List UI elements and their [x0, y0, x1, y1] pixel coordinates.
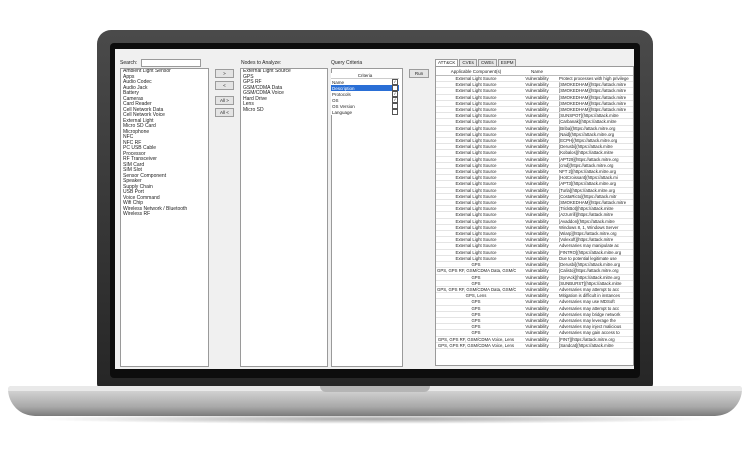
- table-row[interactable]: External Light Source Vulnerability [SMOKE…: [436, 100, 633, 108]
- table-row[interactable]: External Light Source Vulnerability [Naid]…: [436, 131, 633, 139]
- row-name: Vulnerability: [516, 342, 558, 349]
- col-header-name[interactable]: Name: [516, 67, 558, 76]
- remove-button[interactable]: <: [215, 81, 234, 90]
- table-row[interactable]: External Light Source Vulnerability Protec…: [436, 75, 633, 83]
- row-components: GPS, GPS RF, GSM/CDMA Data, GSM/CDMA Voi…: [436, 286, 516, 294]
- table-row[interactable]: External Light Source Vulnerability [Wiarp…: [436, 230, 633, 238]
- table-row[interactable]: External Light Source Vulnerability [Briba…: [436, 125, 633, 132]
- criteria-table: Criteria Name ✓ Description ✓ Protocols ✓ OS ✓ O…: [331, 73, 399, 115]
- row-components: GPS, GPS RF, GSM/CDMA Voice, Lens: [436, 342, 516, 349]
- criteria-checkbox[interactable]: [392, 109, 398, 115]
- tab-espm[interactable]: ESPM: [497, 59, 517, 66]
- app-window: Search: Ambient Light Sensor Apps Audio Co…: [115, 49, 634, 369]
- row-details: [SUNBURST](https://attack.mitre: [558, 280, 633, 287]
- nodes-list[interactable]: External Light Source GPS GPS RF GSM/CDMA D…: [240, 68, 328, 367]
- nodes-label: Nodes to Analyze:: [241, 60, 282, 66]
- col-header-details[interactable]: [558, 67, 633, 76]
- table-row[interactable]: External Light Source Vulnerability [SMOKE…: [436, 87, 633, 95]
- col-header-components[interactable]: Applicable Component(s): [436, 67, 516, 76]
- table-row[interactable]: External Light Source Vulnerability [Azzur…: [436, 211, 633, 219]
- table-row[interactable]: External Light Source Vulnerability Due to…: [436, 255, 633, 263]
- table-row[interactable]: External Light Source Vulnerability [SMOKE…: [436, 81, 633, 89]
- row-details: [SMOKEDHAM](https://attack.mitre: [558, 81, 633, 89]
- table-row[interactable]: External Light Source Vulnerability [Trick…: [436, 205, 633, 213]
- tab-attack[interactable]: ATT&CK: [435, 59, 459, 66]
- table-row[interactable]: GPS, GPS RF, GSM/CDMA Voice, Lens Vulnera…: [436, 342, 633, 349]
- table-row[interactable]: GPS, GPS RF, GSM/CDMA Data, GSM/CDMA Voi…: [436, 286, 633, 294]
- table-row[interactable]: External Light Source Vulnerability [Volex…: [436, 236, 633, 244]
- row-details: [Sandcat](https://attack.mitre: [558, 342, 633, 349]
- table-row[interactable]: External Light Source Vulnerability Window…: [436, 224, 633, 232]
- row-components: GPS, GPS RF, GSM/CDMA Data, GSM/CDMA Voi…: [436, 267, 516, 275]
- results-tabs: ATT&CK CVEs CWEs ESPM: [435, 59, 517, 66]
- row-components: GPS, GPS RF, GSM/CDMA Voice, Lens: [436, 336, 516, 343]
- table-row[interactable]: External Light Source Vulnerability [ECPH]…: [436, 137, 633, 145]
- criteria-row[interactable]: Language: [331, 109, 399, 115]
- table-row[interactable]: External Light Source Vulnerability [SMOKE…: [436, 106, 633, 114]
- criteria-name: Language: [332, 109, 353, 115]
- table-row[interactable]: External Light Source Vulnerability [HotCr…: [436, 174, 633, 182]
- search-input[interactable]: [141, 59, 201, 67]
- table-row[interactable]: External Light Source Vulnerability Advers…: [436, 242, 633, 250]
- row-details: [SMOKEDHAM](https://attack.mitre: [558, 199, 633, 207]
- table-row[interactable]: External Light Source Vulnerability [Avadd…: [436, 218, 633, 225]
- add-button[interactable]: >: [215, 69, 234, 78]
- row-details: [SMOKEDHAM](https://attack.mitre: [558, 87, 633, 95]
- table-row[interactable]: GPS, GPS RF, GSM/CDMA Voice, Lens Vulnera…: [436, 336, 633, 343]
- table-row[interactable]: External Light Source Vulnerability NFT 2]…: [436, 168, 633, 176]
- query-criteria-label: Query Criteria: [331, 60, 363, 66]
- row-details: [SMOKEDHAM](https://attack.mitre: [558, 100, 633, 108]
- laptop-notch: [320, 386, 430, 392]
- run-button[interactable]: Run: [409, 69, 429, 78]
- table-row[interactable]: External Light Source Vulnerability [APT29…: [436, 156, 633, 163]
- remove-all-button[interactable]: All <: [215, 108, 234, 117]
- table-row[interactable]: External Light Source Vulnerability [Turla…: [436, 187, 633, 194]
- add-all-button[interactable]: All >: [215, 96, 234, 105]
- table-row[interactable]: GPS, GPS RF, GSM/CDMA Data, GSM/CDMA Voi…: [436, 267, 633, 275]
- row-details: Protect processes with high privilege: [558, 75, 633, 83]
- category-list[interactable]: Ambient Light Sensor Apps Audio Codec Audio…: [120, 68, 209, 367]
- tab-cwes[interactable]: CWEs: [477, 59, 497, 66]
- node-item[interactable]: Micro SD: [241, 107, 327, 114]
- table-row[interactable]: External Light Source Vulnerability [SMOKE…: [436, 94, 633, 101]
- table-row[interactable]: GPS, Lens Vulnerability Mitigation is diff…: [436, 292, 633, 300]
- table-row[interactable]: External Light Source Vulnerability [Kobal…: [436, 149, 633, 157]
- table-row[interactable]: External Light Source Vulnerability [SMOKE…: [436, 199, 633, 207]
- table-row[interactable]: External Light Source Vulnerability [cmd](…: [436, 162, 633, 170]
- search-label: Search:: [120, 60, 138, 66]
- row-details: [SMOKEDHAM](https://attack.mitre: [558, 106, 633, 114]
- table-row[interactable]: External Light Source Vulnerability [Derus…: [436, 143, 633, 151]
- table-row[interactable]: External Light Source Vulnerability [SUNSP…: [436, 112, 633, 120]
- table-row[interactable]: External Light Source Vulnerability [Costa…: [436, 193, 633, 201]
- results-panel[interactable]: Applicable Component(s) Name External Li…: [435, 66, 634, 366]
- table-row[interactable]: External Light Source Vulnerability [FIN7R…: [436, 249, 633, 256]
- tab-cves[interactable]: CVEs: [459, 59, 477, 66]
- row-details: [SMOKEDHAM](https://attack.mitre: [558, 94, 633, 101]
- table-row[interactable]: External Light Source Vulnerability [APT3]…: [436, 180, 633, 188]
- category-item[interactable]: Wireless RF: [121, 211, 208, 218]
- table-row[interactable]: External Light Source Vulnerability [Carba…: [436, 118, 633, 126]
- results-table: Applicable Component(s) Name External Li…: [436, 67, 633, 349]
